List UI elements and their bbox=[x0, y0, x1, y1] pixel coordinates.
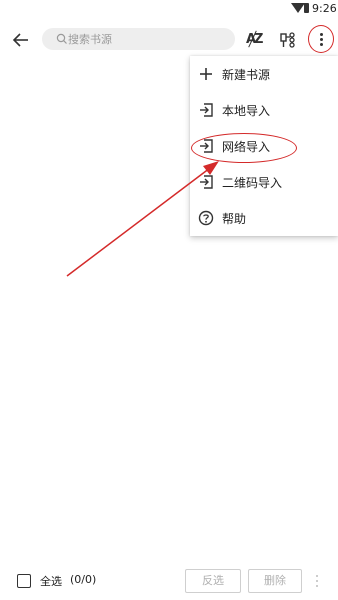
bottom-bar: 全选 (0/0) 反选 删除 bbox=[0, 566, 338, 596]
select-all-checkbox[interactable] bbox=[17, 574, 31, 588]
bottom-more-button[interactable] bbox=[313, 574, 321, 590]
more-dot-icon bbox=[316, 585, 318, 587]
select-all-label[interactable]: 全选 bbox=[40, 573, 62, 589]
annotation-arrow bbox=[66, 161, 219, 277]
delete-button[interactable]: 删除 bbox=[248, 569, 302, 593]
more-dot-icon bbox=[316, 580, 318, 582]
selection-count: (0/0) bbox=[70, 573, 97, 586]
invert-selection-button[interactable]: 反选 bbox=[185, 569, 241, 593]
more-dot-icon bbox=[316, 575, 318, 577]
